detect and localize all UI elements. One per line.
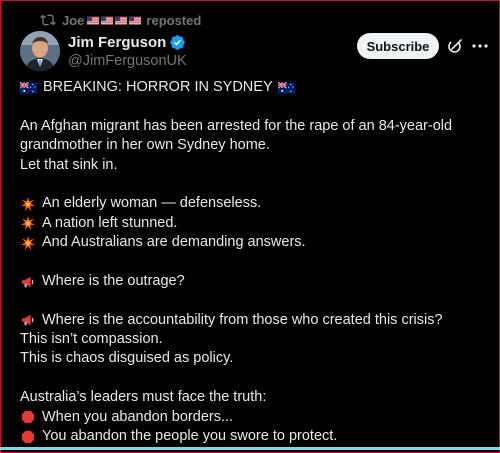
repost-label: reposted: [146, 12, 202, 28]
bullet-line: A nation left stunned.: [20, 214, 490, 233]
text-line: This is chaos disguised as policy.: [20, 350, 234, 367]
us-flag-icon: [129, 15, 142, 25]
text-line: grandmother in her own Sydney home.: [20, 137, 270, 154]
author-display-name[interactable]: Jim Ferguson: [68, 34, 166, 51]
tweet[interactable]: Joe reposted Jim Ferguson @JimFergusonUK…: [20, 0, 488, 453]
avatar-image: [20, 31, 60, 71]
collision-icon: [21, 235, 35, 250]
author-handle[interactable]: @JimFergusonUK: [68, 53, 187, 69]
repost-indicator[interactable]: Joe reposted: [40, 11, 201, 29]
us-flag-icon: [101, 15, 114, 25]
stop-sign-icon: [21, 430, 35, 443]
text-line: An Afghan migrant has been arrested for …: [20, 117, 453, 134]
outrage-text: Where is the outrage?: [42, 272, 185, 289]
stop-sign-icon: [21, 411, 35, 424]
headline-line: BREAKING: HORROR IN SYDNEY: [20, 78, 490, 97]
us-flag-icon: [87, 15, 100, 25]
stop-line: You abandon the people you swore to prot…: [20, 427, 490, 446]
stop-line: When you abandon borders...: [20, 408, 490, 427]
subscribe-button[interactable]: Subscribe: [357, 33, 439, 59]
more-icon[interactable]: [471, 37, 489, 55]
stop-text: You abandon the people you swore to prot…: [42, 428, 338, 445]
repost-icon: [40, 14, 56, 26]
outrage-line: Where is the outrage?: [20, 272, 490, 291]
verified-badge-icon[interactable]: [169, 34, 186, 51]
bullet-text: And Australians are demanding answers.: [42, 234, 306, 251]
reposter-name[interactable]: Joe: [62, 13, 84, 28]
bottom-accent-bar: [0, 447, 500, 450]
loudspeaker-icon: [21, 315, 34, 326]
collision-icon: [21, 197, 35, 212]
loudspeaker-icon: [21, 276, 34, 287]
leaders-line: Australia’s leaders must face the truth:: [20, 389, 267, 406]
author-avatar[interactable]: [20, 31, 60, 71]
bullet-line: And Australians are demanding answers.: [20, 233, 490, 252]
accountability-line: Where is the accountability from those w…: [20, 311, 490, 330]
text-line: This isn’t compassion.: [20, 331, 163, 348]
grok-icon[interactable]: [447, 38, 463, 54]
australia-flag-icon: [277, 81, 295, 94]
stop-text: When you abandon borders...: [42, 408, 234, 425]
collision-icon: [21, 216, 35, 231]
australia-flag-icon: [20, 81, 37, 94]
text-line: Let that sink in.: [20, 156, 118, 173]
us-flag-icon: [115, 15, 128, 25]
headline-text: BREAKING: HORROR IN SYDNEY: [43, 79, 273, 95]
accountability-text: Where is the accountability from those w…: [42, 311, 443, 328]
bullet-line: An elderly woman — defenseless.: [20, 194, 490, 213]
bullet-text: An elderly woman — defenseless.: [42, 195, 262, 212]
author-info[interactable]: Jim Ferguson @JimFergusonUK: [68, 33, 187, 69]
tweet-text: BREAKING: HORROR IN SYDNEY An Afghan mig…: [20, 78, 490, 446]
bullet-text: A nation left stunned.: [42, 214, 178, 231]
